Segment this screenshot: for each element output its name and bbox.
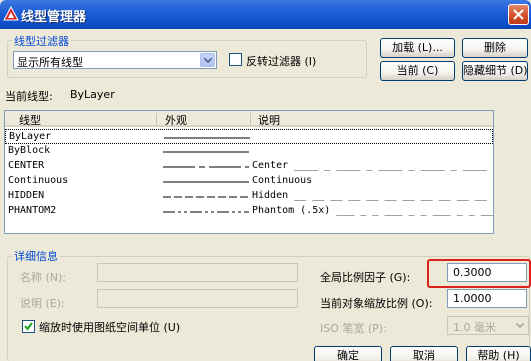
linetype-description: Center ____ _ ____ _ ____ _ ____ _ ____ … bbox=[252, 160, 493, 171]
filter-select-value: 显示所有线型 bbox=[17, 56, 83, 69]
list-row-byblock[interactable]: ByBlock bbox=[5, 144, 493, 159]
iso-pen-width-value: 1.0 毫米 bbox=[453, 321, 496, 334]
invert-filter-label: 反转过滤器 (I) bbox=[246, 55, 317, 68]
delete-button[interactable]: 删除 bbox=[462, 38, 528, 58]
linetype-sample bbox=[163, 151, 249, 153]
close-icon bbox=[513, 9, 524, 20]
global-scale-label: 全局比例因子 (G): bbox=[320, 271, 411, 284]
linetype-name: Continuous bbox=[8, 175, 69, 186]
linetype-name: PHANTOM2 bbox=[8, 205, 57, 216]
list-header: 线型 外观 说明 bbox=[5, 111, 493, 128]
linetype-sample bbox=[164, 137, 250, 139]
linetype-sample bbox=[163, 211, 249, 213]
highlight-box bbox=[427, 259, 531, 288]
description-field[interactable] bbox=[97, 289, 298, 308]
linetype-name: CENTER bbox=[8, 160, 45, 171]
iso-pen-width-label: ISO 笔宽 (P): bbox=[320, 322, 387, 335]
ok-button[interactable]: 确定 bbox=[314, 346, 382, 361]
hide-details-button[interactable]: 隐藏细节 (D) bbox=[462, 61, 528, 81]
list-row-phantom2[interactable]: PHANTOM2 Phantom (.5x) ___ _ _ ___ _ _ _… bbox=[5, 204, 493, 219]
linetype-name: ByLayer bbox=[9, 131, 52, 142]
current-scale-value: 1.0000 bbox=[453, 292, 492, 305]
chevron-down-icon bbox=[516, 323, 524, 328]
column-separator[interactable] bbox=[156, 113, 157, 125]
close-button[interactable] bbox=[508, 4, 529, 25]
linetype-description: Hidden __ __ __ __ __ __ __ __ __ __ __ … bbox=[252, 190, 493, 201]
checkmark-icon bbox=[24, 322, 33, 331]
linetype-sample bbox=[163, 181, 249, 183]
current-scale-label: 当前对象缩放比例 (O): bbox=[320, 297, 433, 310]
details-group-label: 详细信息 bbox=[12, 248, 60, 264]
list-row-center[interactable]: CENTER Center ____ _ ____ _ ____ _ ____ … bbox=[5, 159, 493, 174]
description-label: 说明 (E): bbox=[20, 297, 65, 310]
column-header-appearance[interactable]: 外观 bbox=[165, 112, 187, 128]
filter-group-label: 线型过滤器 bbox=[12, 33, 71, 49]
list-row-hidden[interactable]: HIDDEN Hidden __ __ __ __ __ __ __ __ __… bbox=[5, 189, 493, 204]
current-button[interactable]: 当前 (C) bbox=[380, 61, 455, 81]
linetype-list[interactable]: 线型 外观 说明 ByLayer ByBlock CENTER Center _… bbox=[4, 110, 494, 234]
help-button[interactable]: 帮助 (H) bbox=[466, 346, 531, 361]
paper-space-units-checkbox[interactable] bbox=[22, 320, 35, 333]
window-title: 线型管理器 bbox=[21, 10, 87, 25]
chevron-down-icon[interactable] bbox=[200, 53, 215, 67]
invert-filter-checkbox[interactable] bbox=[229, 53, 242, 66]
name-field[interactable] bbox=[97, 263, 298, 282]
filter-select[interactable]: 显示所有线型 bbox=[13, 51, 217, 69]
linetype-description: Phantom (.5x) ___ _ _ ___ _ _ ___ _ _ __… bbox=[252, 205, 493, 216]
list-row-bylayer[interactable]: ByLayer bbox=[5, 129, 493, 144]
linetype-description: Continuous bbox=[252, 175, 313, 186]
load-button[interactable]: 加载 (L)... bbox=[380, 38, 455, 58]
list-row-continuous[interactable]: Continuous Continuous bbox=[5, 174, 493, 189]
title-bar[interactable]: 线型管理器 bbox=[0, 0, 531, 29]
linetype-sample bbox=[163, 196, 249, 198]
cancel-button[interactable]: 取消 bbox=[390, 346, 458, 361]
iso-pen-width-select[interactable]: 1.0 毫米 bbox=[447, 316, 529, 335]
linetype-name: ByBlock bbox=[8, 145, 51, 156]
current-scale-input[interactable]: 1.0000 bbox=[447, 289, 527, 308]
column-header-linetype[interactable]: 线型 bbox=[19, 112, 41, 128]
column-separator[interactable] bbox=[250, 113, 251, 125]
linetype-name: HIDDEN bbox=[8, 190, 45, 201]
paper-space-units-label: 缩放时使用图纸空间单位 (U) bbox=[39, 321, 181, 334]
column-header-description[interactable]: 说明 bbox=[258, 112, 280, 128]
name-label: 名称 (N): bbox=[20, 271, 67, 284]
autocad-app-icon bbox=[3, 6, 19, 21]
linetype-sample bbox=[163, 166, 249, 168]
current-linetype-label: 当前线型: bbox=[5, 90, 53, 103]
current-linetype-value: ByLayer bbox=[70, 88, 115, 101]
